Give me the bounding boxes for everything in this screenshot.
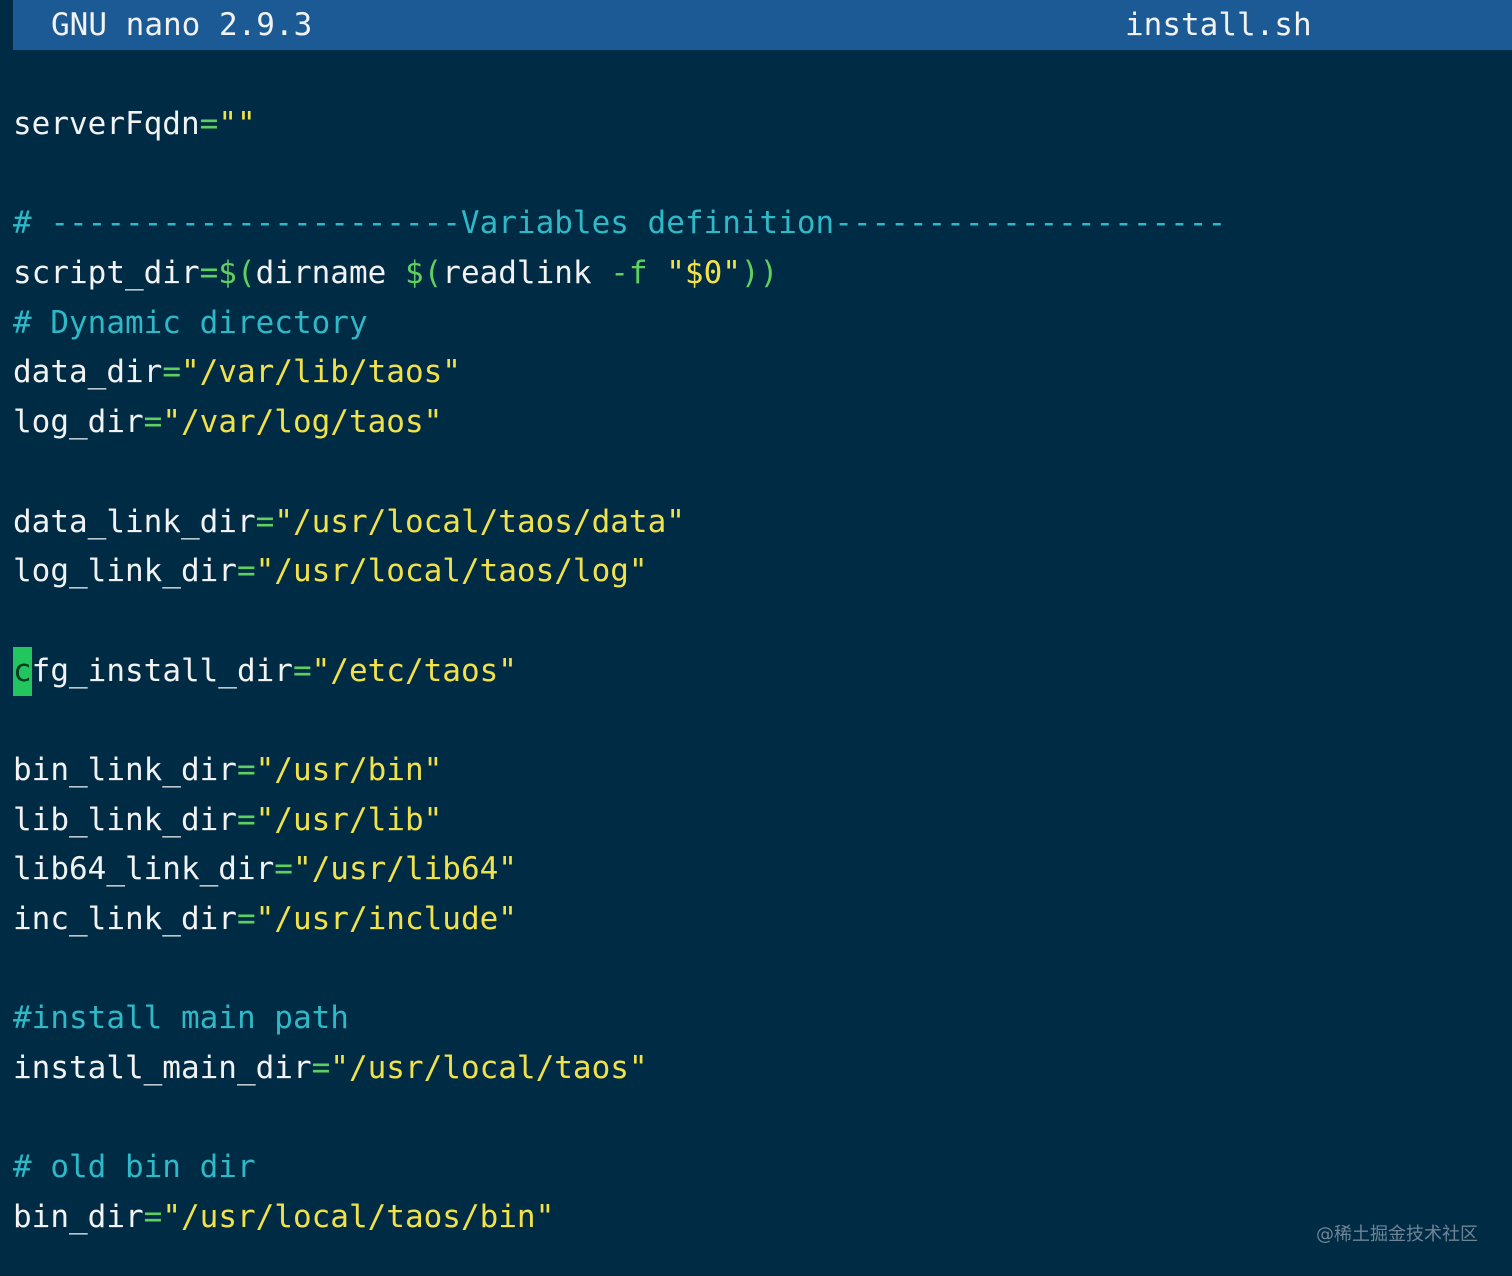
open-file-name: install.sh xyxy=(1125,7,1312,43)
code-token: fg_install_dir xyxy=(31,652,293,689)
code-token: data_dir xyxy=(13,354,163,391)
code-line[interactable]: lib_link_dir="/usr/lib" xyxy=(13,796,1512,846)
watermark: @稀土掘金技术社区 xyxy=(1316,1224,1478,1245)
code-token: dirname xyxy=(255,255,405,292)
code-token: "/usr/local/taos" xyxy=(330,1050,648,1087)
code-token: = xyxy=(311,1050,331,1087)
code-token: "/var/lib/taos" xyxy=(180,354,461,391)
code-line[interactable]: #install main path xyxy=(13,994,1512,1044)
code-token: "/usr/bin" xyxy=(255,751,443,788)
code-line[interactable] xyxy=(13,1094,1512,1144)
code-token: = xyxy=(143,1199,163,1236)
code-token: = xyxy=(143,404,163,441)
code-token: install_main_dir xyxy=(13,1050,312,1087)
code-token: data_link_dir xyxy=(13,503,256,540)
code-token: # Dynamic directory xyxy=(13,304,368,341)
code-token: = xyxy=(236,801,256,838)
code-token: = xyxy=(236,901,256,937)
code-token: log_dir xyxy=(13,404,144,441)
code-token: "/usr/local/taos/bin" xyxy=(162,1199,555,1236)
code-line[interactable]: log_link_dir="/usr/local/taos/log" xyxy=(13,547,1512,597)
code-line[interactable]: script_dir=$(dirname $(readlink -f "$0")… xyxy=(13,249,1512,299)
code-token: readlink xyxy=(442,255,611,292)
code-line[interactable]: # Dynamic directory xyxy=(13,299,1512,349)
code-token: "/etc/taos" xyxy=(311,652,517,689)
text-cursor: c xyxy=(13,646,32,697)
code-token: )) xyxy=(740,255,779,292)
code-token: bin_dir xyxy=(13,1199,144,1236)
code-token: log_link_dir xyxy=(13,553,237,590)
code-line[interactable]: # old bin dir xyxy=(13,1143,1512,1193)
code-token: lib_link_dir xyxy=(13,801,237,838)
code-line[interactable]: data_dir="/var/lib/taos" xyxy=(13,348,1512,398)
code-token: = xyxy=(162,354,181,391)
code-token: "/usr/local/taos/data" xyxy=(274,503,685,540)
code-token: bin_link_dir xyxy=(13,751,237,788)
code-token: "/usr/lib64" xyxy=(292,851,517,888)
code-token: =$( xyxy=(199,255,256,292)
code-token: "/usr/lib" xyxy=(255,801,443,838)
code-line[interactable] xyxy=(13,150,1512,200)
code-token: "$0" xyxy=(666,255,741,292)
code-line[interactable] xyxy=(13,597,1512,647)
code-token: -f xyxy=(610,255,667,292)
code-line[interactable] xyxy=(13,448,1512,498)
code-token: "/usr/local/taos/log" xyxy=(255,553,648,590)
code-token: "" xyxy=(218,106,256,142)
code-token: = xyxy=(274,851,293,888)
code-token: "/var/log/taos" xyxy=(162,404,443,441)
code-line[interactable]: # ----------------------Variables defini… xyxy=(13,199,1512,249)
editor-text-area[interactable]: serverFqdn="" # ----------------------Va… xyxy=(13,100,1512,1243)
code-token: $( xyxy=(404,255,443,292)
code-line[interactable]: data_link_dir="/usr/local/taos/data" xyxy=(13,498,1512,548)
nano-title-bar: GNU nano 2.9.3 install.sh xyxy=(13,0,1512,50)
code-token: inc_link_dir xyxy=(13,901,237,937)
code-line[interactable] xyxy=(13,696,1512,746)
code-token: = xyxy=(199,106,219,142)
code-line[interactable]: inc_link_dir="/usr/include" xyxy=(13,895,1512,945)
code-token: = xyxy=(292,652,312,689)
code-token: # ----------------------Variables defini… xyxy=(13,205,1227,242)
code-line[interactable]: serverFqdn="" xyxy=(13,100,1512,150)
code-line[interactable]: cfg_install_dir="/etc/taos" xyxy=(13,646,1512,697)
code-line[interactable] xyxy=(13,945,1512,995)
code-token: = xyxy=(255,503,275,540)
code-token: serverFqdn xyxy=(13,106,200,142)
code-token: # old bin dir xyxy=(13,1149,256,1186)
code-token: lib64_link_dir xyxy=(13,851,275,888)
code-line[interactable]: log_dir="/var/log/taos" xyxy=(13,398,1512,448)
code-line[interactable]: bin_dir="/usr/local/taos/bin" xyxy=(13,1193,1512,1243)
code-line[interactable]: install_main_dir="/usr/local/taos" xyxy=(13,1044,1512,1094)
code-line[interactable]: lib64_link_dir="/usr/lib64" xyxy=(13,845,1512,895)
code-token: = xyxy=(236,553,256,590)
code-token: = xyxy=(236,751,256,788)
editor-app-name: GNU nano 2.9.3 xyxy=(51,7,313,43)
code-token: script_dir xyxy=(13,255,200,292)
code-token: #install main path xyxy=(13,1000,349,1037)
code-line[interactable]: bin_link_dir="/usr/bin" xyxy=(13,746,1512,796)
code-token: "/usr/include" xyxy=(255,901,517,937)
